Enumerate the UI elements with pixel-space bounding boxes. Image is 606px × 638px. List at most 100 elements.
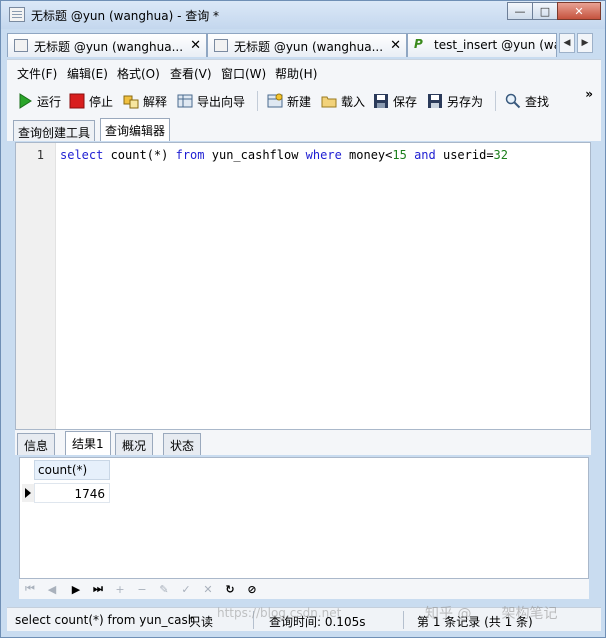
sql-text: userid=: [435, 148, 494, 162]
save-as-button[interactable]: 另存为: [427, 91, 483, 111]
procedure-icon: P: [414, 37, 423, 51]
stop-label: 停止: [89, 94, 114, 109]
folder-icon: [321, 93, 337, 109]
stop-icon: [69, 93, 85, 109]
tab-query-editor[interactable]: 查询编辑器: [100, 118, 171, 141]
refresh-icon[interactable]: ↻: [223, 582, 237, 596]
sql-keyword: and: [414, 148, 436, 162]
doc-tab-label: 无标题 @yun (wanghua...: [34, 40, 184, 54]
tab-result-1[interactable]: 结果1: [65, 431, 111, 455]
first-record-icon[interactable]: ⏮: [23, 582, 37, 596]
run-label: 运行: [37, 94, 62, 109]
tab-profile[interactable]: 概况: [115, 433, 154, 455]
sql-keyword: where: [305, 148, 342, 162]
search-icon: [505, 93, 521, 109]
sql-keyword: select: [60, 148, 104, 162]
load-button[interactable]: 载入: [321, 91, 365, 111]
discard-changes-icon[interactable]: ✕: [201, 582, 215, 596]
table-cell[interactable]: 1746: [34, 483, 110, 503]
new-query-icon: [267, 93, 283, 109]
tab-info[interactable]: 信息: [17, 433, 56, 455]
window-title: 无标题 @yun (wanghua) - 查询 *: [31, 9, 220, 23]
doc-tab-label: test_insert @yun (wa: [434, 38, 557, 52]
close-tab-icon[interactable]: ✕: [390, 38, 401, 53]
document-tabs: 无标题 @yun (wanghua... ✕ 无标题 @yun (wanghua…: [7, 31, 599, 57]
editor-mode-tabs: 查询创建工具 查询编辑器: [7, 117, 601, 141]
result-tabs: 信息 结果1 概况 状态: [15, 430, 591, 455]
toolbar: 运行 停止 解释 导出向导 新建 载入 保存 另存为 查找 »: [7, 85, 601, 117]
sql-keyword: from: [175, 148, 205, 162]
doc-tab-procedure[interactable]: P test_insert @yun (wa: [407, 33, 557, 57]
line-number-gutter: 1: [16, 143, 56, 429]
status-query-text: select count(*) from yun_cash: [15, 613, 196, 627]
title-bar: 无标题 @yun (wanghua) - 查询 * — □ ✕: [1, 1, 605, 29]
save-as-label: 另存为: [447, 94, 484, 109]
tab-scroll-left-icon[interactable]: ◀: [559, 33, 575, 53]
run-button[interactable]: 运行: [17, 91, 61, 111]
menu-help[interactable]: 帮助(H): [275, 65, 317, 82]
menu-edit[interactable]: 编辑(E): [67, 65, 108, 82]
stop-button[interactable]: 停止: [69, 91, 113, 111]
watermark-url: https://blog.csdn.net: [217, 606, 342, 620]
toolbar-overflow-icon[interactable]: »: [585, 87, 593, 101]
save-icon: [373, 93, 389, 109]
sql-editor[interactable]: 1 select count(*) from yun_cashflow wher…: [15, 142, 591, 430]
record-navigation-bar: ⏮ ◀ ▶ ⏭ + − ✎ ✓ ✕ ↻ ⊘: [19, 579, 589, 599]
watermark-zhihu: 知乎 @ 架构笔记: [425, 606, 558, 622]
sql-text: count(*): [103, 148, 176, 162]
find-label: 查找: [525, 94, 550, 109]
save-as-icon: [427, 93, 443, 109]
column-header[interactable]: count(*): [34, 460, 110, 480]
query-doc-icon: [14, 39, 28, 52]
close-tab-icon[interactable]: ✕: [190, 38, 201, 53]
sql-text: yun_cashflow: [204, 148, 306, 162]
tab-scroll-right-icon[interactable]: ▶: [577, 33, 593, 53]
tab-status[interactable]: 状态: [163, 433, 202, 455]
apply-changes-icon[interactable]: ✓: [179, 582, 193, 596]
next-record-icon[interactable]: ▶: [69, 582, 83, 596]
save-button[interactable]: 保存: [373, 91, 417, 111]
query-doc-icon: [214, 39, 228, 52]
maximize-button[interactable]: □: [532, 2, 558, 20]
sql-number: 32: [493, 148, 508, 162]
export-icon: [177, 93, 193, 109]
app-window: 无标题 @yun (wanghua) - 查询 * — □ ✕ 无标题 @yun…: [0, 0, 606, 638]
current-row-indicator-icon: [22, 484, 34, 502]
new-button[interactable]: 新建: [267, 91, 311, 111]
minimize-button[interactable]: —: [507, 2, 533, 20]
explain-label: 解释: [143, 94, 168, 109]
stop-refresh-icon[interactable]: ⊘: [245, 582, 259, 596]
add-record-icon[interactable]: +: [113, 582, 127, 596]
menu-view[interactable]: 查看(V): [170, 65, 212, 82]
menu-bar: 文件(F) 编辑(E) 格式(O) 查看(V) 窗口(W) 帮助(H): [7, 59, 601, 85]
doc-tab-label: 无标题 @yun (wanghua...: [234, 40, 384, 54]
save-label: 保存: [393, 94, 418, 109]
line-number: 1: [36, 148, 44, 162]
window-controls: — □ ✕: [507, 2, 601, 20]
sql-text: money<: [341, 148, 393, 162]
status-readonly: 只读: [189, 615, 214, 629]
previous-record-icon[interactable]: ◀: [45, 582, 59, 596]
close-button[interactable]: ✕: [557, 2, 601, 20]
delete-record-icon[interactable]: −: [135, 582, 149, 596]
menu-window[interactable]: 窗口(W): [221, 65, 266, 82]
new-label: 新建: [287, 94, 312, 109]
doc-tab-query-2[interactable]: 无标题 @yun (wanghua... ✕: [207, 33, 407, 57]
menu-file[interactable]: 文件(F): [17, 65, 57, 82]
menu-format[interactable]: 格式(O): [117, 65, 160, 82]
tab-query-builder[interactable]: 查询创建工具: [13, 120, 96, 141]
explain-icon: [123, 93, 139, 109]
edit-record-icon[interactable]: ✎: [157, 582, 171, 596]
last-record-icon[interactable]: ⏭: [91, 582, 105, 596]
sql-code-line[interactable]: select count(*) from yun_cashflow where …: [60, 148, 508, 162]
export-label: 导出向导: [197, 94, 246, 109]
status-divider: [403, 611, 404, 629]
find-button[interactable]: 查找: [505, 91, 549, 111]
result-grid: count(*) 1746: [19, 457, 589, 579]
app-icon: [9, 7, 25, 22]
doc-tab-query-1[interactable]: 无标题 @yun (wanghua... ✕: [7, 33, 207, 57]
explain-button[interactable]: 解释: [123, 91, 167, 111]
toolbar-separator: [495, 91, 496, 111]
export-wizard-button[interactable]: 导出向导: [177, 91, 245, 111]
